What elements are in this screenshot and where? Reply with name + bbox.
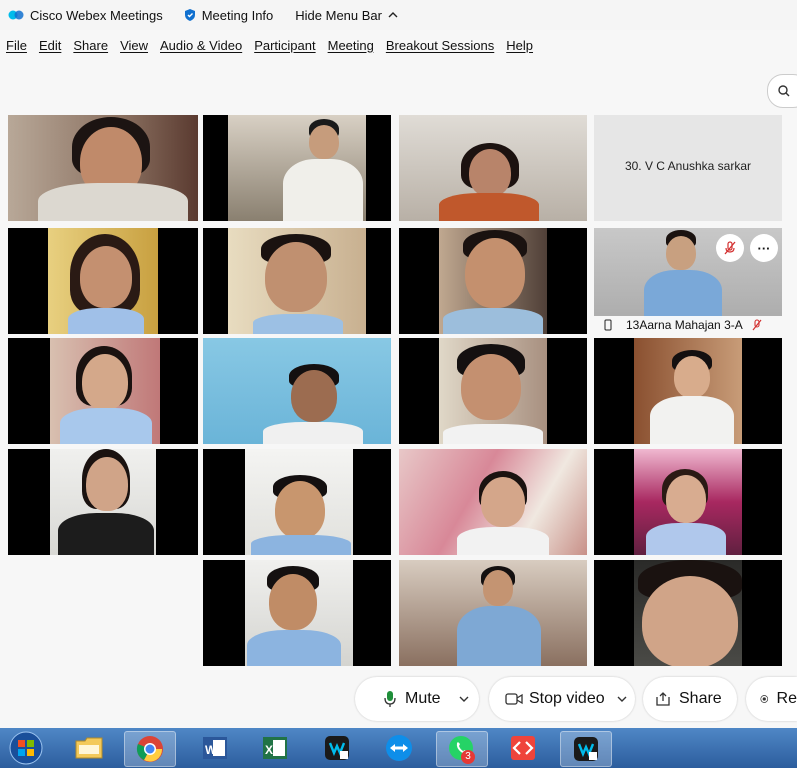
menu-help[interactable]: Help xyxy=(506,38,533,53)
folder-icon xyxy=(75,737,103,759)
video-tile[interactable] xyxy=(399,338,587,444)
webex-logo-icon xyxy=(8,10,24,20)
video-tile[interactable] xyxy=(203,560,391,666)
video-tile[interactable] xyxy=(399,228,587,334)
menu-breakout-sessions[interactable]: Breakout Sessions xyxy=(386,38,494,53)
video-tile[interactable] xyxy=(203,228,391,334)
chevron-down-icon[interactable] xyxy=(617,695,627,703)
webex-icon xyxy=(325,736,349,760)
video-tile[interactable] xyxy=(594,449,782,555)
video-tile[interactable] xyxy=(203,449,391,555)
chrome-icon xyxy=(136,736,163,762)
taskbar-file-explorer[interactable] xyxy=(64,731,114,765)
muted-indicator xyxy=(716,234,744,262)
participant-name-bar: 13Aarna Mahajan 3-A xyxy=(594,316,782,334)
share-label: Share xyxy=(679,690,722,707)
menu-edit[interactable]: Edit xyxy=(39,38,61,53)
participant-name: 13Aarna Mahajan 3-A xyxy=(626,318,743,332)
windows-taskbar: W X 3 xyxy=(0,728,797,768)
microphone-muted-icon xyxy=(724,241,736,255)
taskbar-teamviewer[interactable] xyxy=(374,731,424,765)
menu-view[interactable]: View xyxy=(120,38,148,53)
taskbar-whatsapp[interactable]: 3 xyxy=(436,731,488,767)
taskbar-webex-meetings[interactable] xyxy=(560,731,612,767)
share-button[interactable]: Share xyxy=(643,677,737,721)
record-icon xyxy=(760,695,769,703)
meeting-info-label: Meeting Info xyxy=(201,7,274,23)
video-tile[interactable]: 30. V C Anushka sarkar xyxy=(594,115,782,221)
phone-device-icon xyxy=(604,319,612,331)
video-tile[interactable] xyxy=(399,449,587,555)
mute-label: Mute xyxy=(405,690,441,707)
meeting-controls: Mute Stop video Share Re xyxy=(0,677,797,723)
menu-bar: File Edit Share View Audio & Video Parti… xyxy=(0,34,797,56)
search-participants-button[interactable] xyxy=(767,74,797,108)
taskbar-webex[interactable] xyxy=(312,731,362,765)
menu-meeting[interactable]: Meeting xyxy=(328,38,374,53)
start-button[interactable] xyxy=(2,731,50,765)
svg-text:W: W xyxy=(205,743,217,757)
menu-share[interactable]: Share xyxy=(73,38,108,53)
taskbar-word[interactable]: W xyxy=(190,731,240,765)
video-tile[interactable] xyxy=(594,560,782,666)
chevron-down-icon[interactable] xyxy=(459,695,469,703)
video-tile[interactable] xyxy=(399,115,587,221)
taskbar-excel[interactable]: X xyxy=(250,731,300,765)
stop-video-label: Stop video xyxy=(529,690,605,707)
video-camera-icon xyxy=(505,693,523,705)
video-tile[interactable] xyxy=(203,115,391,221)
svg-text:X: X xyxy=(265,743,273,757)
taskbar-anydesk[interactable] xyxy=(498,731,548,765)
record-label: Re xyxy=(776,690,797,707)
hide-menu-bar-label: Hide Menu Bar xyxy=(295,7,382,23)
excel-icon: X xyxy=(263,737,287,759)
menu-file[interactable]: File xyxy=(6,38,27,53)
webex-icon xyxy=(574,737,598,761)
shield-icon xyxy=(184,9,195,21)
more-options-button[interactable]: ··· xyxy=(750,234,778,262)
more-icon: ··· xyxy=(757,240,771,256)
video-tile[interactable] xyxy=(8,449,198,555)
hide-menu-bar-button[interactable]: Hide Menu Bar xyxy=(295,8,399,23)
chevron-up-icon xyxy=(388,12,398,18)
video-tile[interactable] xyxy=(594,338,782,444)
mute-button[interactable]: Mute xyxy=(355,677,479,721)
stop-video-button[interactable]: Stop video xyxy=(489,677,635,721)
menu-participant[interactable]: Participant xyxy=(254,38,315,53)
app-title: Cisco Webex Meetings xyxy=(8,8,163,23)
windows-logo-icon xyxy=(9,731,43,765)
video-tile[interactable] xyxy=(203,338,391,444)
record-button[interactable]: Re xyxy=(746,677,797,721)
window-titlebar: Cisco Webex Meetings Meeting Info Hide M… xyxy=(0,0,797,30)
teamviewer-icon xyxy=(386,735,412,761)
app-name: Cisco Webex Meetings xyxy=(30,7,163,23)
search-icon xyxy=(778,85,790,97)
video-tile[interactable] xyxy=(8,338,198,444)
share-icon xyxy=(656,692,670,706)
microphone-icon xyxy=(384,691,396,707)
video-tile[interactable] xyxy=(8,115,198,221)
whatsapp-badge: 3 xyxy=(461,750,475,764)
menu-audio-video[interactable]: Audio & Video xyxy=(160,38,242,53)
word-icon: W xyxy=(203,737,227,759)
anydesk-icon xyxy=(511,736,535,760)
meeting-info-button[interactable]: Meeting Info xyxy=(183,7,274,23)
video-tile[interactable] xyxy=(399,560,587,666)
video-tile[interactable] xyxy=(8,228,198,334)
microphone-muted-icon xyxy=(752,319,762,331)
participant-name: 30. V C Anushka sarkar xyxy=(624,159,752,173)
video-tile[interactable]: ··· 13Aarna Mahajan 3-A xyxy=(594,228,782,334)
video-grid: 30. V C Anushka sarkar ··· 13Aarna Mahaj… xyxy=(0,113,797,673)
taskbar-chrome[interactable] xyxy=(124,731,176,767)
